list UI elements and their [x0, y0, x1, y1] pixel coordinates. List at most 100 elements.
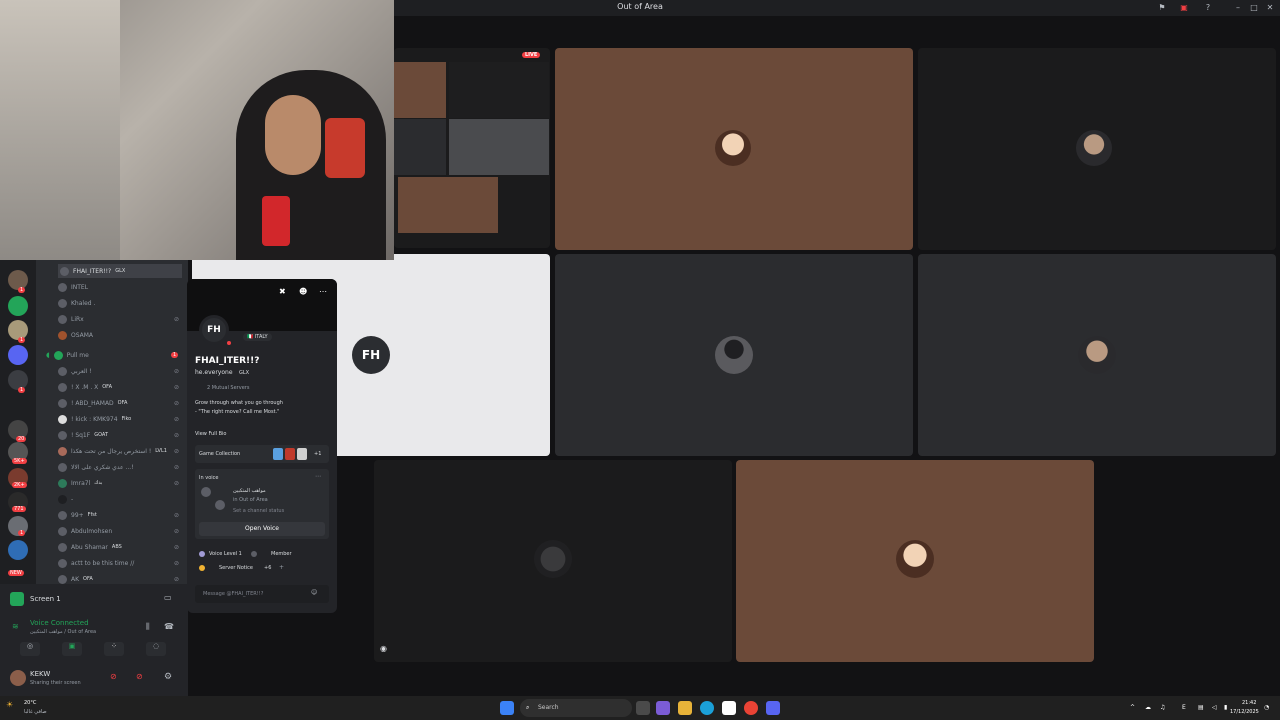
- in-voice-label: In voice: [199, 475, 219, 481]
- participant-tile[interactable]: ◉: [374, 460, 732, 662]
- member-row[interactable]: OSAMA: [58, 328, 93, 342]
- member-avatar: [58, 494, 67, 504]
- cloud-icon[interactable]: ☁: [1145, 704, 1151, 711]
- voice-status[interactable]: Voice Connected: [30, 619, 89, 627]
- clock-date[interactable]: 17/12/2025: [1230, 709, 1259, 715]
- start-icon[interactable]: [500, 701, 514, 715]
- add-role-icon[interactable]: +: [279, 564, 284, 571]
- participant-tile[interactable]: [918, 254, 1276, 456]
- chrome-icon[interactable]: [744, 701, 758, 715]
- member-row[interactable]: FHAI_ITER!!? GLX: [58, 264, 182, 278]
- maximize-icon[interactable]: □: [1248, 2, 1260, 14]
- weather-temp[interactable]: 20°C: [24, 700, 36, 706]
- deafen-icon[interactable]: ⊘: [136, 672, 143, 681]
- muted-icon: ⊘: [174, 416, 180, 423]
- screen-icon[interactable]: ▣: [1178, 2, 1190, 14]
- server-badge: 1: [18, 337, 26, 343]
- emoji-icon[interactable]: ☺: [311, 589, 317, 596]
- edge-icon[interactable]: [700, 701, 714, 715]
- member-row[interactable]: استخرص يرجال من تحت هكذا ! LVL1: [58, 444, 167, 458]
- participant-tile[interactable]: [555, 48, 913, 250]
- server-icon[interactable]: [8, 296, 28, 316]
- weather-desc[interactable]: صافي غالبا: [24, 709, 47, 715]
- member-row[interactable]: Abu Shamar ABS: [58, 540, 122, 554]
- store-icon[interactable]: [722, 701, 736, 715]
- search-box[interactable]: [520, 699, 632, 717]
- soundboard-button[interactable]: ◌: [146, 642, 166, 656]
- discord-icon[interactable]: [766, 701, 780, 715]
- member-row[interactable]: AK OFA: [58, 572, 93, 584]
- roles-more[interactable]: +6: [264, 565, 271, 571]
- view-bio-link[interactable]: View Full Bio: [195, 431, 226, 437]
- notification-icon[interactable]: ◔: [1264, 704, 1269, 711]
- member-row[interactable]: ! X .M . X OFA: [58, 380, 112, 394]
- disconnect-icon[interactable]: ☎: [164, 622, 174, 631]
- member-row[interactable]: Khaled .: [58, 296, 95, 310]
- activities-button[interactable]: ⁘: [104, 642, 124, 656]
- task-view-icon[interactable]: [636, 701, 650, 715]
- member-avatar: [58, 526, 67, 536]
- muted-icon: ⊘: [174, 316, 180, 323]
- member-row[interactable]: ! ABD_HAMAD OFA: [58, 396, 127, 410]
- open-voice-button[interactable]: Open Voice: [199, 522, 325, 536]
- member-row[interactable]: ! Sq1F GOAT: [58, 428, 108, 442]
- volume-icon[interactable]: ◁: [1212, 704, 1217, 711]
- more-options-icon[interactable]: ⋯: [319, 287, 327, 296]
- voice-channel-label[interactable]: مواهب المتكيين / Out of Area: [30, 629, 96, 635]
- popout-icon[interactable]: ▭: [164, 593, 172, 602]
- voice-channel-name[interactable]: مواهب المتكيين: [233, 488, 266, 494]
- stream-tile[interactable]: LIVE: [394, 48, 550, 248]
- clock-time[interactable]: 21:42: [1242, 700, 1256, 706]
- close-icon[interactable]: ✕: [1264, 2, 1276, 14]
- language-indicator[interactable]: E: [1182, 704, 1186, 711]
- copilot-icon[interactable]: [656, 701, 670, 715]
- screen-share-button[interactable]: ▣: [62, 642, 82, 656]
- member-avatar: [60, 266, 69, 276]
- mic-tray-icon[interactable]: ♫: [1160, 704, 1165, 711]
- participant-tile[interactable]: [555, 254, 913, 456]
- help-icon[interactable]: ?: [1202, 2, 1214, 14]
- participant-avatar: [896, 540, 934, 578]
- member-row[interactable]: ◖ Pull me: [46, 348, 89, 362]
- member-name: LiRx: [71, 315, 84, 323]
- member-name: FHAI_ITER!!?: [73, 267, 112, 275]
- server-icon[interactable]: [8, 540, 28, 560]
- country-badge: 🇮🇹 ITALY: [243, 333, 272, 341]
- game-collection-label: Game Collection: [199, 451, 241, 457]
- camera-button[interactable]: ◎: [20, 642, 40, 656]
- network-icon[interactable]: ▤: [1198, 704, 1204, 711]
- participant-tile[interactable]: [918, 48, 1276, 250]
- inbox-icon[interactable]: ⚑: [1156, 2, 1168, 14]
- member-row[interactable]: Imra7l بدك: [58, 476, 102, 490]
- member-avatar: [53, 350, 63, 360]
- member-row[interactable]: 99+ Ffst: [58, 508, 97, 522]
- add-friend-icon[interactable]: ☻: [299, 287, 307, 296]
- username: KEKW: [30, 670, 51, 678]
- member-row[interactable]: عدي شكري على الالا ...!: [58, 460, 134, 474]
- signal-icon: ≋: [12, 622, 19, 631]
- noise-suppression-icon[interactable]: ⫼: [146, 622, 150, 632]
- member-row[interactable]: INTEL: [58, 280, 88, 294]
- tray-chevron-icon[interactable]: ^: [1130, 704, 1135, 711]
- member-row[interactable]: LiRx: [58, 312, 84, 326]
- muted-icon: ⊘: [174, 528, 180, 535]
- weather-icon[interactable]: ☀: [6, 700, 13, 709]
- user-avatar[interactable]: [10, 670, 26, 686]
- in-voice-more-icon[interactable]: ⋯: [315, 473, 321, 480]
- battery-icon[interactable]: ▮: [1224, 704, 1227, 711]
- member-row[interactable]: العربي !: [58, 364, 92, 378]
- participant-tile[interactable]: [736, 460, 1094, 662]
- settings-icon[interactable]: ⚙: [164, 672, 172, 682]
- file-explorer-icon[interactable]: [678, 701, 692, 715]
- member-row[interactable]: ! kick : KMK974 Fiko: [58, 412, 131, 426]
- minimize-icon[interactable]: –: [1232, 2, 1244, 14]
- member-row[interactable]: actt to be this time //: [58, 556, 134, 570]
- server-icon[interactable]: [8, 345, 28, 365]
- channel-status[interactable]: Set a channel status: [233, 508, 284, 514]
- member-row[interactable]: -: [58, 492, 73, 506]
- mutual-servers[interactable]: 2 Mutual Servers: [207, 385, 249, 391]
- member-row[interactable]: Abdulmohsen: [58, 524, 112, 538]
- member-tag: GOAT: [94, 432, 109, 438]
- mutual-icon[interactable]: ✖: [279, 287, 286, 296]
- mute-icon[interactable]: ⊘: [110, 672, 117, 681]
